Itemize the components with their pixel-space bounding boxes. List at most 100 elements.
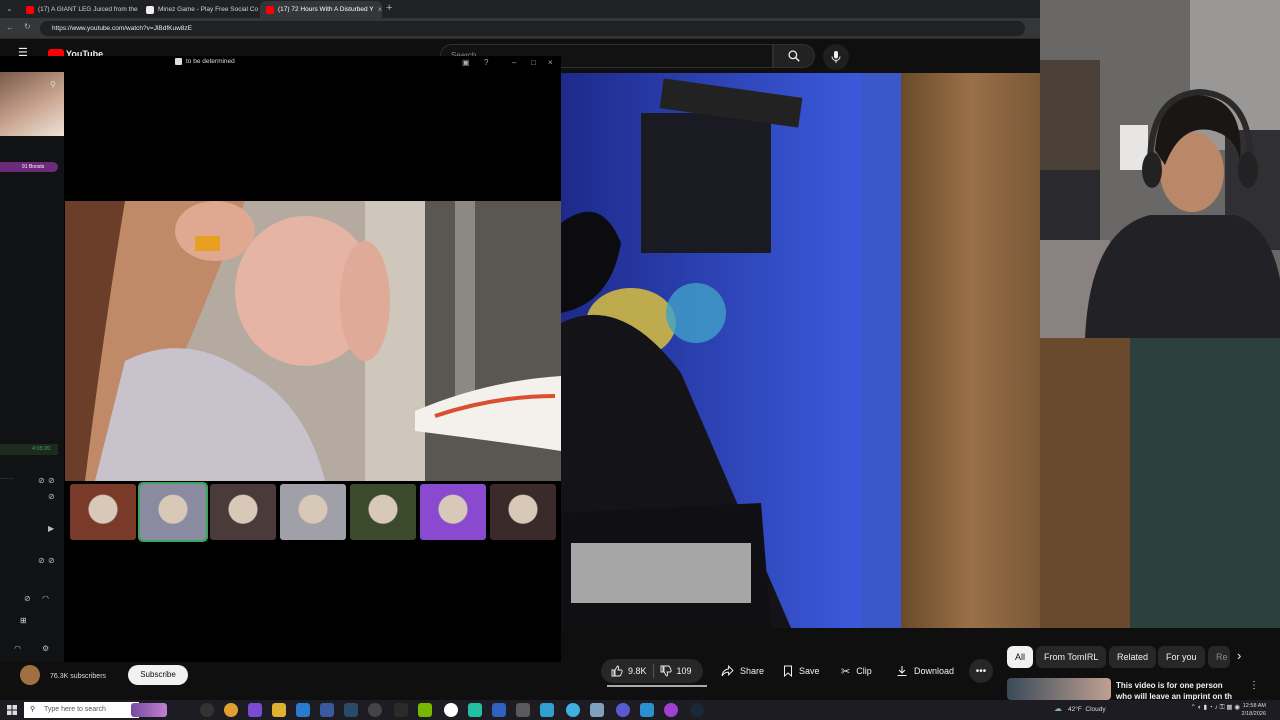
app-image-icon[interactable] [640, 703, 654, 717]
app-purple-icon[interactable] [248, 703, 262, 717]
streamer-webcam [1040, 0, 1280, 338]
mute-toggle-icon[interactable]: ⊘ [24, 594, 31, 603]
share-label: Share [740, 666, 765, 676]
tab-list-chevron-icon[interactable]: ⌄ [6, 4, 13, 13]
app-alien-icon[interactable] [200, 703, 214, 717]
reload-icon[interactable]: ↻ [24, 22, 31, 31]
chrome-icon[interactable] [224, 703, 238, 717]
taskbar-search-input[interactable]: ⚲ Type here to search [24, 702, 139, 718]
app-window-icon[interactable] [516, 703, 530, 717]
close-tab-icon[interactable]: × [378, 5, 382, 14]
muted-mic-icon: ⊘ [38, 476, 45, 485]
tab-title: Minez Game - Play Free Social Co [158, 6, 259, 13]
chip-truncated[interactable]: Re [1208, 646, 1230, 668]
headphones-icon[interactable]: ◠ [14, 644, 21, 653]
app-grid-icon[interactable] [344, 703, 358, 717]
minez-favicon-icon [146, 5, 154, 14]
webcam-image [1040, 0, 1280, 338]
focused-participant-video[interactable] [65, 201, 561, 481]
url-field[interactable]: https://www.youtube.com/watch?v=JlBdfKuw… [40, 21, 1025, 36]
app-doc-icon[interactable] [492, 703, 506, 717]
share-button[interactable]: Share [711, 659, 774, 683]
participant-tile-3[interactable] [210, 484, 276, 540]
app-globe-icon[interactable] [566, 703, 580, 717]
like-button[interactable]: 9.8K [611, 665, 647, 677]
tab-title: (17) 72 Hours With A Disturbed Y [278, 6, 374, 13]
channel-avatar[interactable] [20, 665, 40, 685]
maximize-icon[interactable]: □ [531, 58, 536, 67]
boost-count: 91 Boosts [22, 164, 45, 170]
subscribe-button[interactable]: Subscribe [128, 665, 188, 685]
close-window-icon[interactable]: × [548, 58, 553, 67]
deafened-icon: ⊘ [48, 556, 55, 565]
app-pen-icon[interactable] [590, 703, 604, 717]
channel-name: to be determined [186, 58, 235, 65]
kebab-menu-icon[interactable]: ⋮ [1249, 680, 1259, 691]
windows-start-icon[interactable] [7, 705, 17, 715]
taskbar-search-placeholder: Type here to search [44, 706, 106, 713]
chip-from-tomirl[interactable]: From TomIRL [1036, 646, 1107, 668]
clock-time: 12:58 AM [1242, 703, 1266, 709]
app-blue-icon[interactable] [296, 703, 310, 717]
participant-tile-2[interactable] [138, 482, 208, 542]
minimize-icon[interactable]: – [512, 58, 516, 67]
browser-tab-bar: ⌄ (17) A GIANT LEG Juiced from the × Min… [0, 0, 1040, 18]
discord-call-window: to be determined ▣ ? – □ × ⚲ 91 Boosts 4… [0, 56, 561, 670]
chevron-right-icon[interactable]: › [1237, 648, 1241, 663]
participant-tile-6[interactable] [420, 484, 486, 540]
system-tray-icons[interactable]: ⌃ ◐ ▮ ◔ ♪ ⚿ ▦ ◉ [1190, 703, 1240, 712]
main-video-player[interactable] [561, 73, 1040, 628]
settings-gear-icon[interactable]: ⚙ [42, 644, 49, 653]
participant-tile-5[interactable] [350, 484, 416, 540]
dislike-button[interactable]: 109 [660, 665, 692, 677]
like-dislike-group: 9.8K 109 [601, 659, 703, 683]
app-ring-icon[interactable] [664, 703, 678, 717]
recommended-title: This video is for one person [1116, 681, 1223, 690]
app-f-icon[interactable] [540, 703, 554, 717]
steam-icon[interactable] [690, 703, 704, 717]
taskbar-widget-icon[interactable] [131, 703, 167, 717]
muted-mic-icon: ⊘ [48, 492, 55, 501]
member-name-truncated: ········ [0, 476, 14, 482]
file-explorer-icon[interactable] [272, 703, 286, 717]
add-user-icon[interactable]: ⚲ [50, 80, 56, 89]
app-teal-icon[interactable] [468, 703, 482, 717]
channel-info-row: 76.3K subscribers Subscribe [0, 662, 561, 700]
app-monitor-icon[interactable] [320, 703, 334, 717]
search-button[interactable] [773, 44, 815, 68]
app-stripe-icon[interactable] [394, 703, 408, 717]
participant-tile-1[interactable] [70, 484, 136, 540]
back-arrow-icon[interactable]: ← [6, 23, 14, 32]
recommended-thumbnail[interactable] [1007, 678, 1111, 700]
participant-tile-4[interactable] [280, 484, 346, 540]
taskbar-clock[interactable]: 12:58 AM 2/18/2026 [1242, 702, 1266, 718]
camera-icon: ▶ [48, 524, 55, 533]
new-tab-plus-icon[interactable]: + [386, 2, 392, 14]
search-icon [788, 50, 800, 62]
discord-taskbar-icon[interactable] [616, 703, 630, 717]
nvidia-icon[interactable] [418, 703, 432, 717]
chip-all[interactable]: All [1007, 646, 1034, 668]
save-button[interactable]: Save [773, 659, 830, 683]
chip-related[interactable]: Related [1109, 646, 1157, 668]
clip-label: Clip [856, 666, 872, 676]
chip-for-you[interactable]: For you [1158, 646, 1205, 668]
help-icon[interactable]: ? [484, 58, 488, 67]
divider [652, 664, 654, 678]
download-button[interactable]: Download [886, 659, 964, 683]
participant-tile-7[interactable] [490, 484, 556, 540]
scissors-icon: ✂ [841, 665, 851, 678]
browser-tab-2[interactable]: Minez Game - Play Free Social Co × [140, 1, 260, 18]
voice-search-button[interactable] [823, 44, 849, 70]
inbox-icon[interactable]: ▣ [462, 58, 470, 67]
browser-tab-1[interactable]: (17) A GIANT LEG Juiced from the × [20, 1, 140, 18]
clip-button[interactable]: ✂ Clip [831, 659, 882, 683]
headset-icon[interactable]: ◠ [42, 594, 49, 603]
discord-sidebar: ⚲ 91 Boosts 4:05:20 ········ ⊘ ⊘ ⊘ ▶ ⊘ ⊘… [0, 72, 64, 670]
activities-icon[interactable]: ⊞ [20, 616, 27, 625]
app-mask-icon[interactable] [368, 703, 382, 717]
recommended-video[interactable]: This video is for one person who will le… [1005, 678, 1280, 700]
browser-tab-3-active[interactable]: (17) 72 Hours With A Disturbed Y × [260, 1, 382, 18]
more-actions-button[interactable]: ••• [969, 659, 993, 683]
app-circle-icon[interactable] [444, 703, 458, 717]
